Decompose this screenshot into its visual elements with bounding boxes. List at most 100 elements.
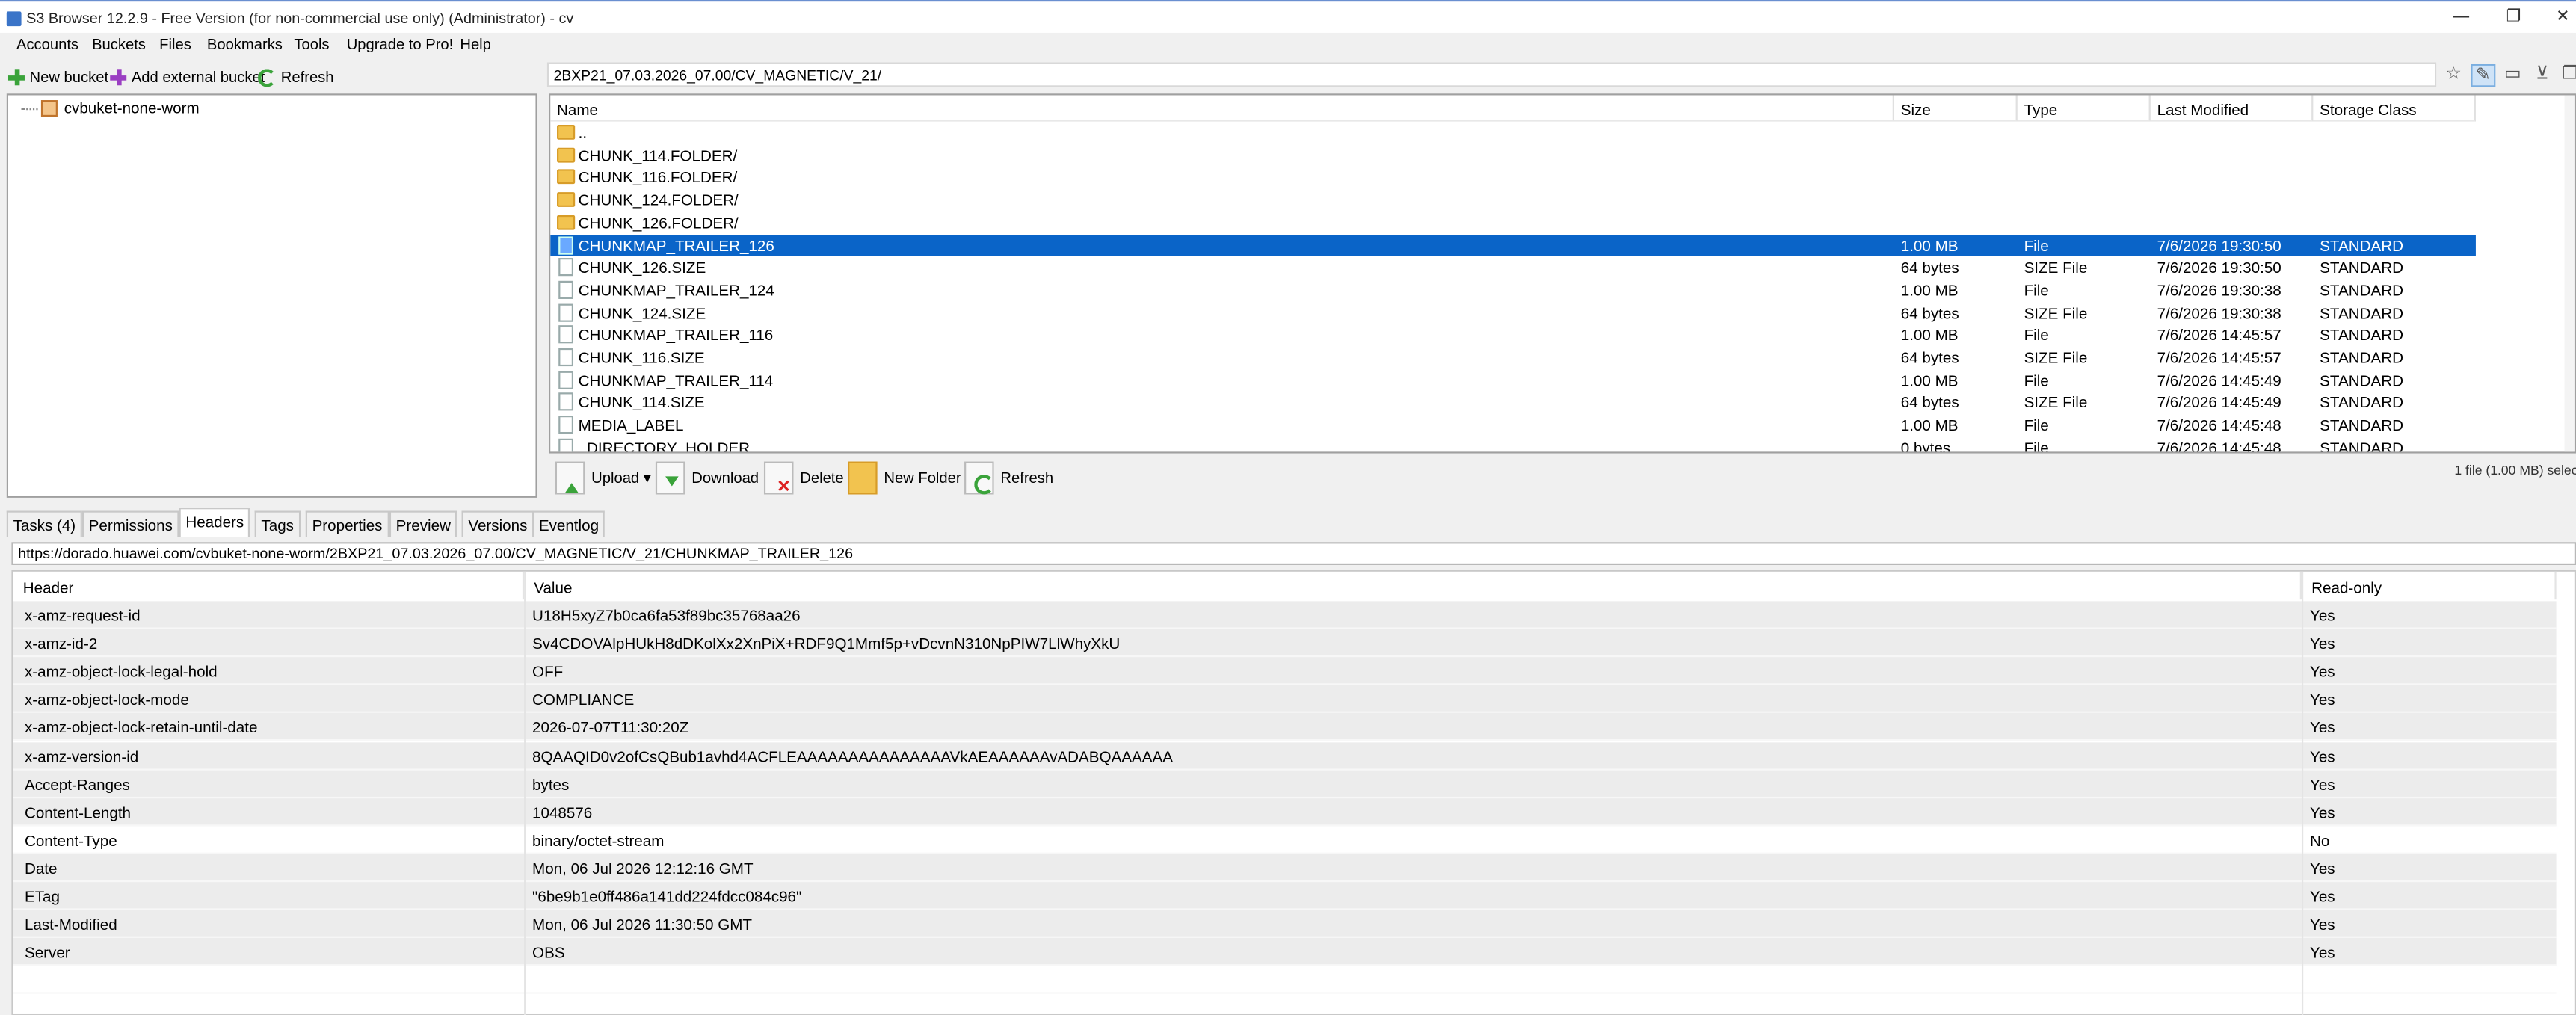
header-name: Server	[24, 942, 70, 962]
tab-tags[interactable]: Tags	[254, 510, 301, 537]
file-storage-class: STANDARD	[2320, 325, 2403, 344]
file-type: File	[2024, 235, 2049, 254]
file-size: 1.00 MB	[1900, 235, 1959, 254]
file-row[interactable]: CHUNK_124.SIZE 64 bytes SIZE File 7/6/2026 …	[550, 301, 2476, 324]
file-storage-class: STANDARD	[2320, 438, 2403, 454]
column-type[interactable]: Type	[2017, 95, 2151, 122]
upload-button[interactable]: Upload ▾	[555, 460, 651, 496]
file-row[interactable]: MEDIA_LABEL 1.00 MB File 7/6/2026 14:45:48 S…	[550, 414, 2476, 436]
file-row[interactable]: CHUNKMAP_TRAILER_114 1.00 MB File 7/6/2026 …	[550, 369, 2476, 392]
header-row[interactable]: Server OBS Yes	[13, 938, 2557, 966]
file-row[interactable]: _DIRECTORY_HOLDER_ 0 bytes File 7/6/2026 14…	[550, 436, 2476, 454]
file-size: 1.00 MB	[1900, 416, 1959, 434]
column-last-modified[interactable]: Last Modified	[2150, 95, 2314, 122]
menu-bar: Accounts Buckets Files Bookmarks Tools U…	[0, 32, 2576, 60]
filter-icon[interactable]: ⊻	[2530, 64, 2554, 87]
column-storage-class[interactable]: Storage Class	[2313, 95, 2476, 122]
file-name: CHUNK_116.SIZE	[578, 348, 705, 367]
tab-versions[interactable]: Versions	[461, 510, 534, 537]
object-url-field[interactable]: https://dorado.huawei.com/cvbuket-none-w…	[11, 542, 2576, 566]
tab-tasks[interactable]: Tasks (4)	[6, 510, 82, 537]
column-value[interactable]: Value	[524, 571, 2302, 600]
header-row[interactable]: x-amz-object-lock-retain-until-date 2026-…	[13, 713, 2557, 742]
file-list: Name Size Type Last Modified Storage Cla…	[549, 93, 2576, 454]
menu-accounts[interactable]: Accounts	[16, 36, 78, 52]
delete-button[interactable]: Delete	[763, 460, 844, 498]
file-row[interactable]: CHUNK_114.SIZE 64 bytes SIZE File 7/6/2026 …	[550, 392, 2476, 414]
tab-preview[interactable]: Preview	[389, 510, 457, 537]
file-row[interactable]: CHUNK_126.FOLDER/	[550, 212, 2476, 234]
folder-icon	[557, 192, 576, 208]
file-row[interactable]: CHUNK_124.FOLDER/	[550, 189, 2476, 212]
column-read-only[interactable]: Read-only	[2302, 571, 2557, 600]
header-row[interactable]: x-amz-request-id U18H5xyZ7b0ca6fa53f89bc3…	[13, 601, 2557, 629]
folder-icon	[557, 170, 576, 185]
edit-pencil-icon[interactable]: ✎	[2471, 64, 2496, 87]
bookmark-star-icon[interactable]: ☆	[2441, 64, 2466, 87]
column-name[interactable]: Name	[550, 95, 1894, 122]
file-modified: 7/6/2026 19:30:38	[2157, 280, 2281, 299]
file-row[interactable]: ..	[550, 122, 2476, 144]
file-row[interactable]: CHUNKMAP_TRAILER_126 1.00 MB File 7/6/2026 …	[550, 234, 2476, 257]
column-header[interactable]: Header	[13, 571, 525, 600]
close-button[interactable]: ✕	[2550, 7, 2576, 30]
header-row[interactable]: ETag "6be9b1e0ff486a141dd224fdcc084c96" Ye…	[13, 882, 2557, 910]
file-name: CHUNK_124.FOLDER/	[578, 191, 739, 209]
header-name: x-amz-object-lock-legal-hold	[24, 662, 218, 681]
column-size[interactable]: Size	[1894, 95, 2018, 122]
header-value: OFF	[532, 662, 564, 681]
file-icon	[558, 235, 573, 254]
upload-dropdown-arrow-icon[interactable]: ▾	[644, 469, 651, 487]
object-url-text: https://dorado.huawei.com/cvbuket-none-w…	[18, 545, 854, 562]
header-row[interactable]: Last-Modified Mon, 06 Jul 2026 11:30:50 G…	[13, 910, 2557, 939]
folder-icon	[557, 147, 576, 162]
file-row[interactable]: CHUNK_114.FOLDER/	[550, 144, 2476, 167]
copy-icon[interactable]: ❐	[2558, 64, 2576, 87]
tab-properties[interactable]: Properties	[305, 510, 389, 537]
menu-files[interactable]: Files	[159, 36, 191, 52]
restore-button[interactable]: ❐	[2500, 7, 2527, 30]
tab-eventlog[interactable]: Eventlog	[532, 510, 606, 537]
header-row[interactable]: x-amz-object-lock-legal-hold OFF Yes	[13, 657, 2557, 685]
file-row[interactable]: CHUNKMAP_TRAILER_116 1.00 MB File 7/6/2026 …	[550, 324, 2476, 347]
download-button[interactable]: Download	[655, 460, 759, 496]
view-icon[interactable]: ▭	[2500, 64, 2525, 87]
header-value: Mon, 06 Jul 2026 12:12:16 GMT	[532, 859, 754, 877]
header-row[interactable]: x-amz-version-id 8QAAQID0v2ofCsQBub1avhd4…	[13, 741, 2557, 770]
tab-headers[interactable]: Headers	[179, 508, 251, 537]
new-folder-button[interactable]: New Folder	[848, 460, 961, 496]
header-row[interactable]: x-amz-object-lock-mode COMPLIANCE Yes	[13, 685, 2557, 714]
menu-buckets[interactable]: Buckets	[92, 36, 146, 52]
minimize-button[interactable]: —	[2448, 7, 2474, 30]
header-row[interactable]: Date Mon, 06 Jul 2026 12:12:16 GMT Yes	[13, 854, 2557, 882]
header-name: Content-Type	[24, 830, 117, 849]
file-row[interactable]: CHUNKMAP_TRAILER_124 1.00 MB File 7/6/2026 …	[550, 279, 2476, 301]
file-modified: 7/6/2026 14:45:48	[2157, 416, 2281, 434]
refresh-icon	[964, 461, 994, 495]
path-input[interactable]: 2BXP21_07.03.2026_07.00/CV_MAGNETIC/V_21…	[546, 62, 2437, 87]
header-row[interactable]: Content-Length 1048576 Yes	[13, 798, 2557, 826]
header-name: Accept-Ranges	[24, 774, 130, 793]
file-row[interactable]: CHUNK_116.SIZE 64 bytes SIZE File 7/6/2026 …	[550, 347, 2476, 369]
refresh-buckets-button[interactable]: Refresh	[258, 66, 334, 89]
menu-help[interactable]: Help	[460, 36, 491, 52]
new-bucket-button[interactable]: New bucket	[7, 66, 108, 89]
file-row[interactable]: CHUNK_126.SIZE 64 bytes SIZE File 7/6/2026 …	[550, 256, 2476, 279]
header-row[interactable]: Content-Type binary/octet-stream No	[13, 825, 2557, 854]
menu-bookmarks[interactable]: Bookmarks	[207, 36, 283, 52]
file-name: CHUNKMAP_TRAILER_116	[578, 325, 774, 344]
file-list-scrollbar[interactable]	[2564, 95, 2575, 452]
tab-permissions[interactable]: Permissions	[81, 510, 179, 537]
menu-tools[interactable]: Tools	[294, 36, 329, 52]
bucket-tree: cvbuket-none-worm	[6, 93, 537, 498]
header-row-empty[interactable]	[13, 966, 2557, 995]
add-external-bucket-button[interactable]: Add external bucket	[110, 66, 265, 89]
header-read-only: Yes	[2309, 802, 2335, 821]
bucket-icon	[40, 100, 58, 117]
header-row[interactable]: x-amz-id-2 Sv4CDOVAlpHUkH8dDKolXx2XnPiX+R…	[13, 629, 2557, 658]
tree-item-bucket[interactable]: cvbuket-none-worm	[63, 99, 201, 117]
menu-upgrade[interactable]: Upgrade to Pro!	[347, 36, 454, 52]
file-row[interactable]: CHUNK_116.FOLDER/	[550, 167, 2476, 189]
header-row[interactable]: Accept-Ranges bytes Yes	[13, 769, 2557, 798]
refresh-files-button[interactable]: Refresh	[964, 460, 1053, 496]
